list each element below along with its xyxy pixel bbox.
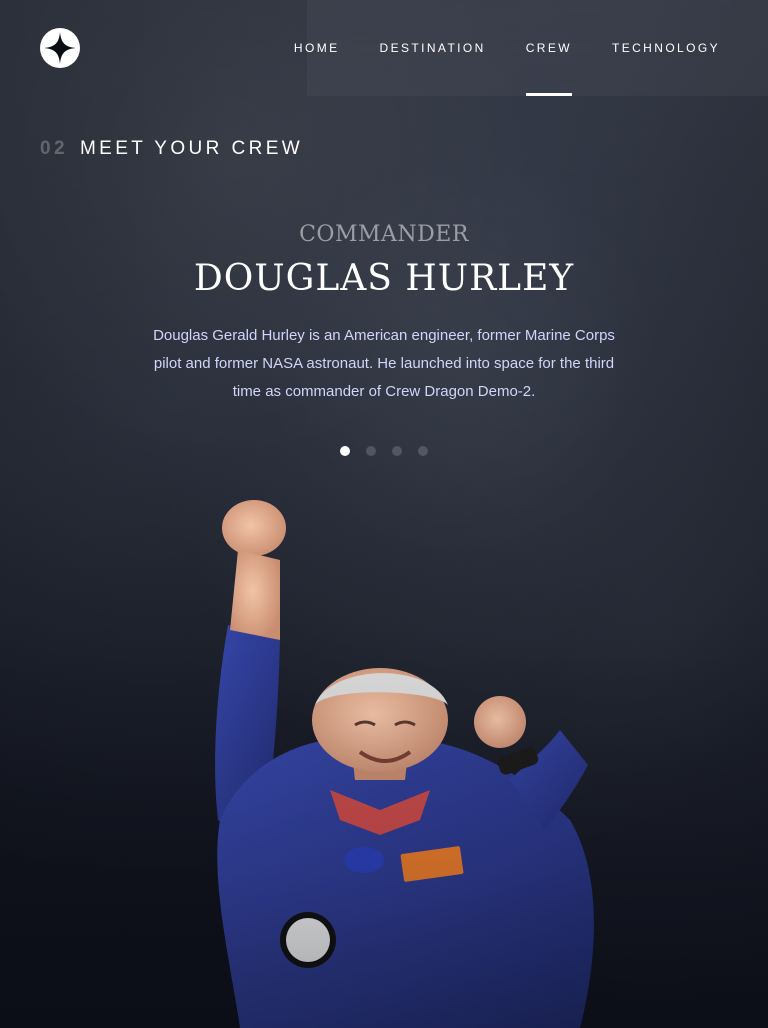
main-nav: HOME DESTINATION CREW TECHNOLOGY	[294, 0, 768, 96]
nav-destination[interactable]: DESTINATION	[380, 0, 486, 96]
nav-technology[interactable]: TECHNOLOGY	[612, 0, 720, 96]
slider-dot-2[interactable]	[366, 446, 376, 456]
crew-portrait-image	[215, 500, 594, 1028]
crew-name: DOUGLAS HURLEY	[193, 258, 575, 299]
nav-crew[interactable]: CREW	[525, 0, 573, 96]
crew-bio: Douglas Gerald Hurley is an American eng…	[153, 327, 615, 400]
slider-dot-1[interactable]	[340, 446, 350, 456]
crew-slider-dots	[340, 446, 428, 456]
slider-dot-3[interactable]	[392, 446, 402, 456]
section-number: 02	[40, 138, 68, 159]
page-title: 02 MEET YOUR CREW	[40, 138, 303, 160]
logo-icon[interactable]	[40, 28, 80, 68]
section-title: MEET YOUR CREW	[79, 138, 304, 159]
crew-role: COMMANDER	[299, 222, 469, 247]
slider-dot-4[interactable]	[418, 446, 428, 456]
nav-home[interactable]: HOME	[294, 0, 340, 96]
